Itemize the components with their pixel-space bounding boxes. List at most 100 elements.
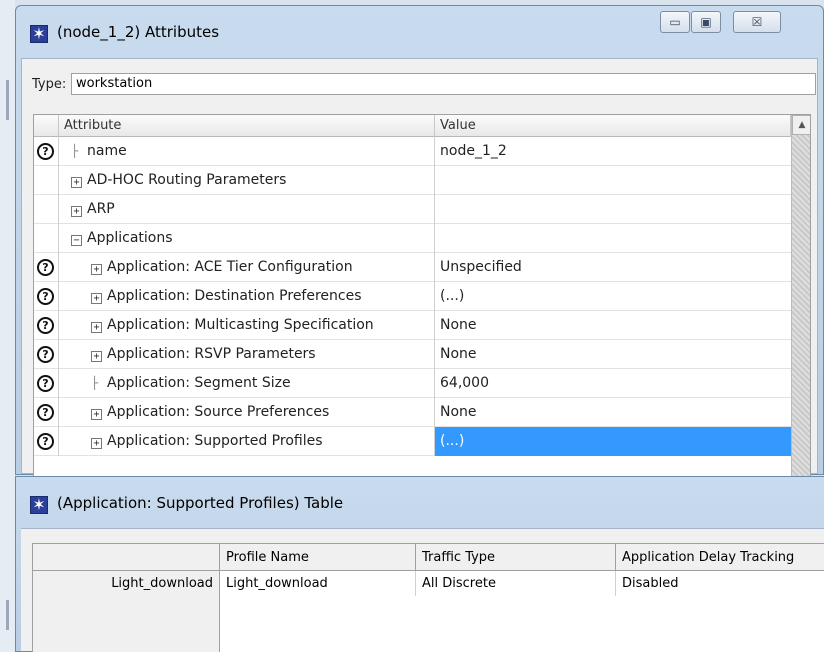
help-icon[interactable]: ? [37, 259, 54, 276]
column-header-attribute[interactable]: Attribute [59, 115, 435, 137]
tree-branch-icon: ├ [71, 144, 79, 158]
attribute-cell[interactable]: + AD-HOC Routing Parameters [59, 166, 435, 195]
attribute-cell[interactable]: + Application: Multicasting Specification [59, 311, 435, 340]
value-cell[interactable]: 64,000 [435, 369, 791, 398]
collapse-icon[interactable]: − [71, 235, 82, 246]
help-cell: ? [34, 340, 59, 369]
help-icon[interactable]: ? [37, 375, 54, 392]
attribute-row[interactable]: ? ├ name node_1_2 [34, 137, 791, 166]
attribute-label: Application: Destination Preferences [107, 288, 362, 304]
expand-icon[interactable]: + [91, 438, 102, 449]
vertical-scrollbar[interactable]: ▲ [791, 115, 810, 531]
value-cell[interactable]: None [435, 311, 791, 340]
column-header-traffic-type[interactable]: Traffic Type [416, 544, 616, 571]
value-cell[interactable]: (...) [435, 282, 791, 311]
attribute-cell[interactable]: − Applications [59, 224, 435, 253]
attribute-row[interactable]: − Applications [34, 224, 791, 253]
attribute-cell[interactable]: + Application: Supported Profiles [59, 427, 435, 456]
expand-icon[interactable]: + [71, 177, 82, 188]
title-bar[interactable]: ✶ (node_1_2) Attributes ▭ ▣ ☒ [16, 6, 823, 58]
attribute-label: Applications [87, 230, 173, 246]
help-cell: ? [34, 137, 59, 166]
attribute-row[interactable]: ? + Application: RSVP Parameters None [34, 340, 791, 369]
help-icon[interactable]: ? [37, 143, 54, 160]
tree-branch-icon: ├ [91, 376, 99, 390]
value-cell[interactable]: (...) [435, 427, 791, 456]
attribute-label: AD-HOC Routing Parameters [87, 172, 287, 188]
help-cell [34, 195, 59, 224]
column-header-value[interactable]: Value [435, 115, 791, 137]
attribute-cell[interactable]: + Application: Source Preferences [59, 398, 435, 427]
attributes-window: ✶ (node_1_2) Attributes ▭ ▣ ☒ Type: work… [15, 5, 824, 532]
attribute-row[interactable]: ? ├ Application: Segment Size 64,000 [34, 369, 791, 398]
profiles-table: Profile Name Traffic Type Application De… [32, 543, 824, 652]
row-header-empty [33, 596, 220, 652]
maximize-button[interactable]: ▣ [691, 11, 721, 33]
expand-icon[interactable]: + [91, 322, 102, 333]
column-header-delay-tracking[interactable]: Application Delay Tracking [616, 544, 824, 571]
grid-header: Attribute Value [34, 115, 791, 137]
expand-icon[interactable]: + [91, 293, 102, 304]
help-icon[interactable]: ? [37, 433, 54, 450]
background-edge [0, 0, 15, 652]
scroll-up-icon[interactable]: ▲ [792, 115, 810, 135]
help-cell: ? [34, 369, 59, 398]
help-icon[interactable]: ? [37, 346, 54, 363]
edge-mark [6, 600, 9, 630]
expand-icon[interactable]: + [91, 264, 102, 275]
attribute-label: Application: Supported Profiles [107, 433, 323, 449]
attribute-row[interactable]: ? + Application: Supported Profiles (...) [34, 427, 791, 456]
attribute-label: Application: Source Preferences [107, 404, 330, 420]
type-field[interactable]: workstation [71, 73, 816, 95]
value-cell[interactable]: Unspecified [435, 253, 791, 282]
attribute-cell[interactable]: + Application: Destination Preferences [59, 282, 435, 311]
attribute-row[interactable]: ? + Application: ACE Tier Configuration Uns… [34, 253, 791, 282]
attribute-cell[interactable]: ├ name [59, 137, 435, 166]
value-cell[interactable]: None [435, 340, 791, 369]
help-cell: ? [34, 427, 59, 456]
help-cell: ? [34, 398, 59, 427]
help-icon[interactable]: ? [37, 288, 54, 305]
attribute-label: Application: ACE Tier Configuration [107, 259, 353, 275]
attribute-row[interactable]: ? + Application: Destination Preferences (.… [34, 282, 791, 311]
column-header-profile-name[interactable]: Profile Name [220, 544, 416, 571]
type-label: Type: [32, 77, 67, 92]
expand-icon[interactable]: + [91, 409, 102, 420]
attribute-row[interactable]: ? + Application: Multicasting Specificatio… [34, 311, 791, 340]
help-icon[interactable]: ? [37, 404, 54, 421]
window-title: (node_1_2) Attributes [57, 23, 220, 41]
attribute-cell[interactable]: + Application: ACE Tier Configuration [59, 253, 435, 282]
window-title: (Application: Supported Profiles) Table [57, 494, 344, 512]
attribute-row[interactable]: ? + Application: Source Preferences None [34, 398, 791, 427]
edge-mark [6, 80, 9, 120]
attribute-cell[interactable]: ├ Application: Segment Size [59, 369, 435, 398]
value-cell[interactable]: None [435, 398, 791, 427]
attribute-cell[interactable]: + Application: RSVP Parameters [59, 340, 435, 369]
value-cell[interactable]: node_1_2 [435, 137, 791, 166]
close-button[interactable]: ☒ [733, 11, 781, 33]
expand-icon[interactable]: + [71, 206, 82, 217]
attributes-client-area: Type: workstation Attribute Value ? ├ name… [21, 58, 818, 532]
value-cell[interactable] [435, 195, 791, 224]
table-client-area: Profile Name Traffic Type Application De… [21, 528, 824, 652]
attribute-label: Application: RSVP Parameters [107, 346, 316, 362]
help-icon[interactable]: ? [37, 317, 54, 334]
attribute-row[interactable]: + AD-HOC Routing Parameters [34, 166, 791, 195]
app-star-icon: ✶ [30, 25, 48, 43]
expand-icon[interactable]: + [91, 351, 102, 362]
row-header[interactable]: Light_download [33, 571, 220, 596]
attribute-row[interactable]: + ARP [34, 195, 791, 224]
table-row[interactable]: Light_download Light_download All Discre… [33, 571, 824, 596]
attribute-cell[interactable]: + ARP [59, 195, 435, 224]
cell-profile-name[interactable]: Light_download [220, 571, 416, 596]
help-cell: ? [34, 253, 59, 282]
value-cell[interactable] [435, 224, 791, 253]
attribute-label: Application: Segment Size [107, 375, 291, 391]
value-cell[interactable] [435, 166, 791, 195]
cell-delay-tracking[interactable]: Disabled [616, 571, 824, 596]
table-window: ✶ (Application: Supported Profiles) Tabl… [15, 476, 824, 652]
minimize-button[interactable]: ▭ [660, 11, 690, 33]
cell-traffic-type[interactable]: All Discrete [416, 571, 616, 596]
help-cell [34, 166, 59, 195]
column-header-corner [33, 544, 220, 571]
